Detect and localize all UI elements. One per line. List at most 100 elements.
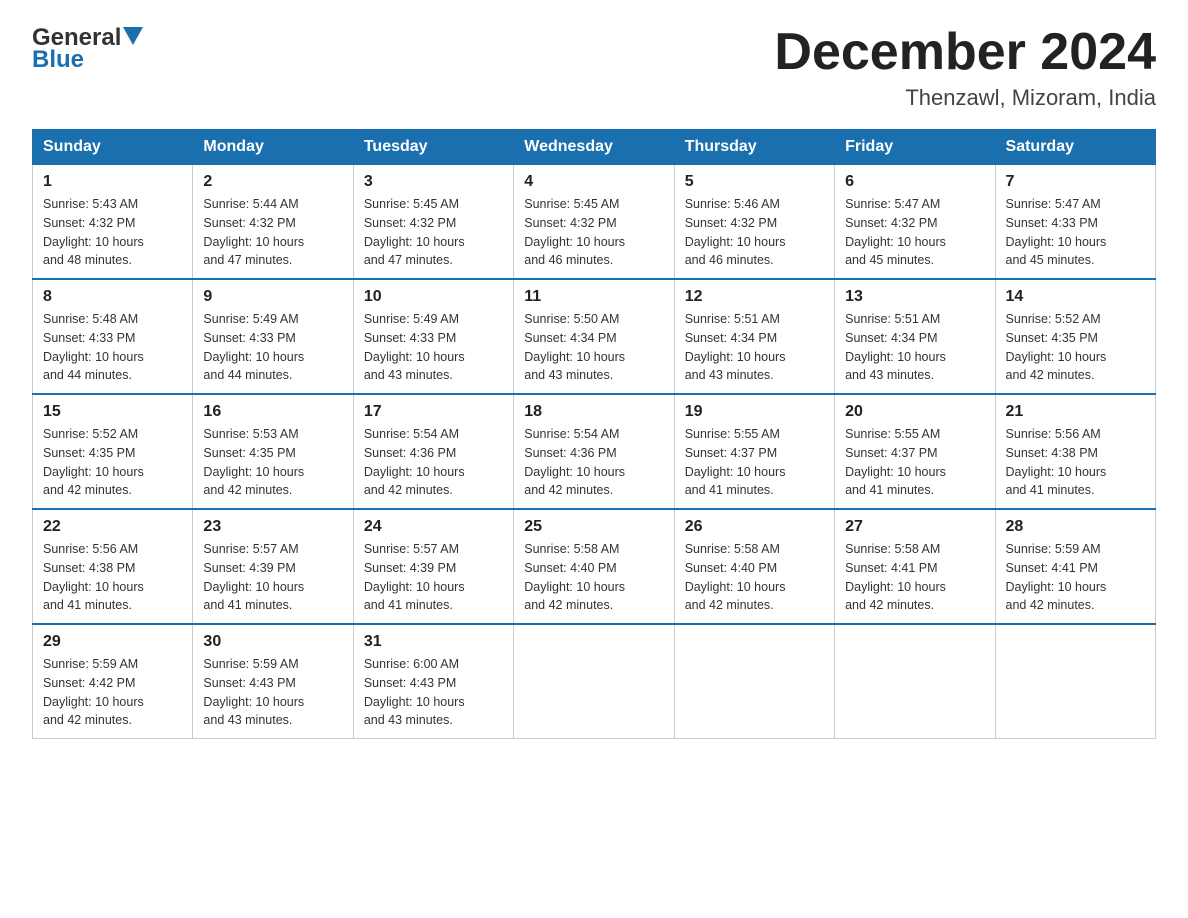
day-number: 1 <box>43 173 182 191</box>
day-number: 23 <box>203 518 342 536</box>
day-info: Sunrise: 5:53 AMSunset: 4:35 PMDaylight:… <box>203 427 304 497</box>
day-info: Sunrise: 6:00 AMSunset: 4:43 PMDaylight:… <box>364 657 465 727</box>
table-cell: 3 Sunrise: 5:45 AMSunset: 4:32 PMDayligh… <box>353 165 513 280</box>
day-info: Sunrise: 5:45 AMSunset: 4:32 PMDaylight:… <box>364 197 465 267</box>
day-info: Sunrise: 5:58 AMSunset: 4:40 PMDaylight:… <box>685 542 786 612</box>
calendar-week-row: 22 Sunrise: 5:56 AMSunset: 4:38 PMDaylig… <box>33 509 1156 624</box>
day-info: Sunrise: 5:47 AMSunset: 4:32 PMDaylight:… <box>845 197 946 267</box>
table-cell: 23 Sunrise: 5:57 AMSunset: 4:39 PMDaylig… <box>193 509 353 624</box>
day-number: 28 <box>1006 518 1145 536</box>
table-cell: 14 Sunrise: 5:52 AMSunset: 4:35 PMDaylig… <box>995 279 1155 394</box>
table-cell: 10 Sunrise: 5:49 AMSunset: 4:33 PMDaylig… <box>353 279 513 394</box>
table-cell: 1 Sunrise: 5:43 AMSunset: 4:32 PMDayligh… <box>33 165 193 280</box>
month-title: December 2024 <box>774 24 1156 81</box>
calendar-header-row: Sunday Monday Tuesday Wednesday Thursday… <box>33 130 1156 165</box>
day-number: 24 <box>364 518 503 536</box>
day-number: 15 <box>43 403 182 421</box>
title-block: December 2024 Thenzawl, Mizoram, India <box>774 24 1156 111</box>
day-info: Sunrise: 5:58 AMSunset: 4:40 PMDaylight:… <box>524 542 625 612</box>
day-number: 21 <box>1006 403 1145 421</box>
table-cell: 6 Sunrise: 5:47 AMSunset: 4:32 PMDayligh… <box>835 165 995 280</box>
day-number: 30 <box>203 633 342 651</box>
table-cell <box>674 624 834 739</box>
day-number: 10 <box>364 288 503 306</box>
day-number: 27 <box>845 518 984 536</box>
day-info: Sunrise: 5:51 AMSunset: 4:34 PMDaylight:… <box>685 312 786 382</box>
day-info: Sunrise: 5:56 AMSunset: 4:38 PMDaylight:… <box>43 542 144 612</box>
table-cell: 22 Sunrise: 5:56 AMSunset: 4:38 PMDaylig… <box>33 509 193 624</box>
day-info: Sunrise: 5:59 AMSunset: 4:43 PMDaylight:… <box>203 657 304 727</box>
day-number: 9 <box>203 288 342 306</box>
col-wednesday: Wednesday <box>514 130 674 165</box>
table-cell: 9 Sunrise: 5:49 AMSunset: 4:33 PMDayligh… <box>193 279 353 394</box>
day-info: Sunrise: 5:47 AMSunset: 4:33 PMDaylight:… <box>1006 197 1107 267</box>
table-cell: 26 Sunrise: 5:58 AMSunset: 4:40 PMDaylig… <box>674 509 834 624</box>
day-number: 19 <box>685 403 824 421</box>
table-cell: 21 Sunrise: 5:56 AMSunset: 4:38 PMDaylig… <box>995 394 1155 509</box>
day-number: 22 <box>43 518 182 536</box>
day-info: Sunrise: 5:50 AMSunset: 4:34 PMDaylight:… <box>524 312 625 382</box>
day-number: 13 <box>845 288 984 306</box>
day-info: Sunrise: 5:52 AMSunset: 4:35 PMDaylight:… <box>43 427 144 497</box>
table-cell: 27 Sunrise: 5:58 AMSunset: 4:41 PMDaylig… <box>835 509 995 624</box>
calendar-week-row: 1 Sunrise: 5:43 AMSunset: 4:32 PMDayligh… <box>33 165 1156 280</box>
table-cell: 11 Sunrise: 5:50 AMSunset: 4:34 PMDaylig… <box>514 279 674 394</box>
col-saturday: Saturday <box>995 130 1155 165</box>
calendar-week-row: 8 Sunrise: 5:48 AMSunset: 4:33 PMDayligh… <box>33 279 1156 394</box>
day-number: 3 <box>364 173 503 191</box>
day-info: Sunrise: 5:59 AMSunset: 4:42 PMDaylight:… <box>43 657 144 727</box>
day-number: 14 <box>1006 288 1145 306</box>
day-number: 17 <box>364 403 503 421</box>
table-cell <box>514 624 674 739</box>
table-cell: 25 Sunrise: 5:58 AMSunset: 4:40 PMDaylig… <box>514 509 674 624</box>
day-info: Sunrise: 5:57 AMSunset: 4:39 PMDaylight:… <box>203 542 304 612</box>
day-info: Sunrise: 5:43 AMSunset: 4:32 PMDaylight:… <box>43 197 144 267</box>
logo-blue-text: Blue <box>32 46 84 74</box>
logo-arrow-icon <box>123 27 143 50</box>
day-number: 11 <box>524 288 663 306</box>
table-cell: 5 Sunrise: 5:46 AMSunset: 4:32 PMDayligh… <box>674 165 834 280</box>
day-info: Sunrise: 5:44 AMSunset: 4:32 PMDaylight:… <box>203 197 304 267</box>
day-info: Sunrise: 5:55 AMSunset: 4:37 PMDaylight:… <box>685 427 786 497</box>
day-number: 26 <box>685 518 824 536</box>
day-number: 12 <box>685 288 824 306</box>
calendar-table: Sunday Monday Tuesday Wednesday Thursday… <box>32 129 1156 739</box>
day-number: 8 <box>43 288 182 306</box>
day-number: 29 <box>43 633 182 651</box>
day-number: 6 <box>845 173 984 191</box>
table-cell: 2 Sunrise: 5:44 AMSunset: 4:32 PMDayligh… <box>193 165 353 280</box>
calendar-week-row: 29 Sunrise: 5:59 AMSunset: 4:42 PMDaylig… <box>33 624 1156 739</box>
day-number: 2 <box>203 173 342 191</box>
table-cell: 13 Sunrise: 5:51 AMSunset: 4:34 PMDaylig… <box>835 279 995 394</box>
day-info: Sunrise: 5:54 AMSunset: 4:36 PMDaylight:… <box>364 427 465 497</box>
day-number: 16 <box>203 403 342 421</box>
day-info: Sunrise: 5:49 AMSunset: 4:33 PMDaylight:… <box>364 312 465 382</box>
table-cell: 7 Sunrise: 5:47 AMSunset: 4:33 PMDayligh… <box>995 165 1155 280</box>
table-cell: 8 Sunrise: 5:48 AMSunset: 4:33 PMDayligh… <box>33 279 193 394</box>
day-info: Sunrise: 5:48 AMSunset: 4:33 PMDaylight:… <box>43 312 144 382</box>
day-info: Sunrise: 5:56 AMSunset: 4:38 PMDaylight:… <box>1006 427 1107 497</box>
day-info: Sunrise: 5:57 AMSunset: 4:39 PMDaylight:… <box>364 542 465 612</box>
day-info: Sunrise: 5:59 AMSunset: 4:41 PMDaylight:… <box>1006 542 1107 612</box>
table-cell: 15 Sunrise: 5:52 AMSunset: 4:35 PMDaylig… <box>33 394 193 509</box>
table-cell: 18 Sunrise: 5:54 AMSunset: 4:36 PMDaylig… <box>514 394 674 509</box>
day-info: Sunrise: 5:46 AMSunset: 4:32 PMDaylight:… <box>685 197 786 267</box>
table-cell: 16 Sunrise: 5:53 AMSunset: 4:35 PMDaylig… <box>193 394 353 509</box>
col-monday: Monday <box>193 130 353 165</box>
table-cell: 28 Sunrise: 5:59 AMSunset: 4:41 PMDaylig… <box>995 509 1155 624</box>
table-cell: 31 Sunrise: 6:00 AMSunset: 4:43 PMDaylig… <box>353 624 513 739</box>
col-friday: Friday <box>835 130 995 165</box>
table-cell: 24 Sunrise: 5:57 AMSunset: 4:39 PMDaylig… <box>353 509 513 624</box>
table-cell: 12 Sunrise: 5:51 AMSunset: 4:34 PMDaylig… <box>674 279 834 394</box>
calendar-week-row: 15 Sunrise: 5:52 AMSunset: 4:35 PMDaylig… <box>33 394 1156 509</box>
day-info: Sunrise: 5:52 AMSunset: 4:35 PMDaylight:… <box>1006 312 1107 382</box>
page-header: General Blue December 2024 Thenzawl, Miz… <box>32 24 1156 111</box>
day-number: 25 <box>524 518 663 536</box>
day-info: Sunrise: 5:58 AMSunset: 4:41 PMDaylight:… <box>845 542 946 612</box>
table-cell: 19 Sunrise: 5:55 AMSunset: 4:37 PMDaylig… <box>674 394 834 509</box>
table-cell: 29 Sunrise: 5:59 AMSunset: 4:42 PMDaylig… <box>33 624 193 739</box>
col-thursday: Thursday <box>674 130 834 165</box>
logo: General Blue <box>32 24 143 74</box>
day-number: 4 <box>524 173 663 191</box>
day-info: Sunrise: 5:51 AMSunset: 4:34 PMDaylight:… <box>845 312 946 382</box>
